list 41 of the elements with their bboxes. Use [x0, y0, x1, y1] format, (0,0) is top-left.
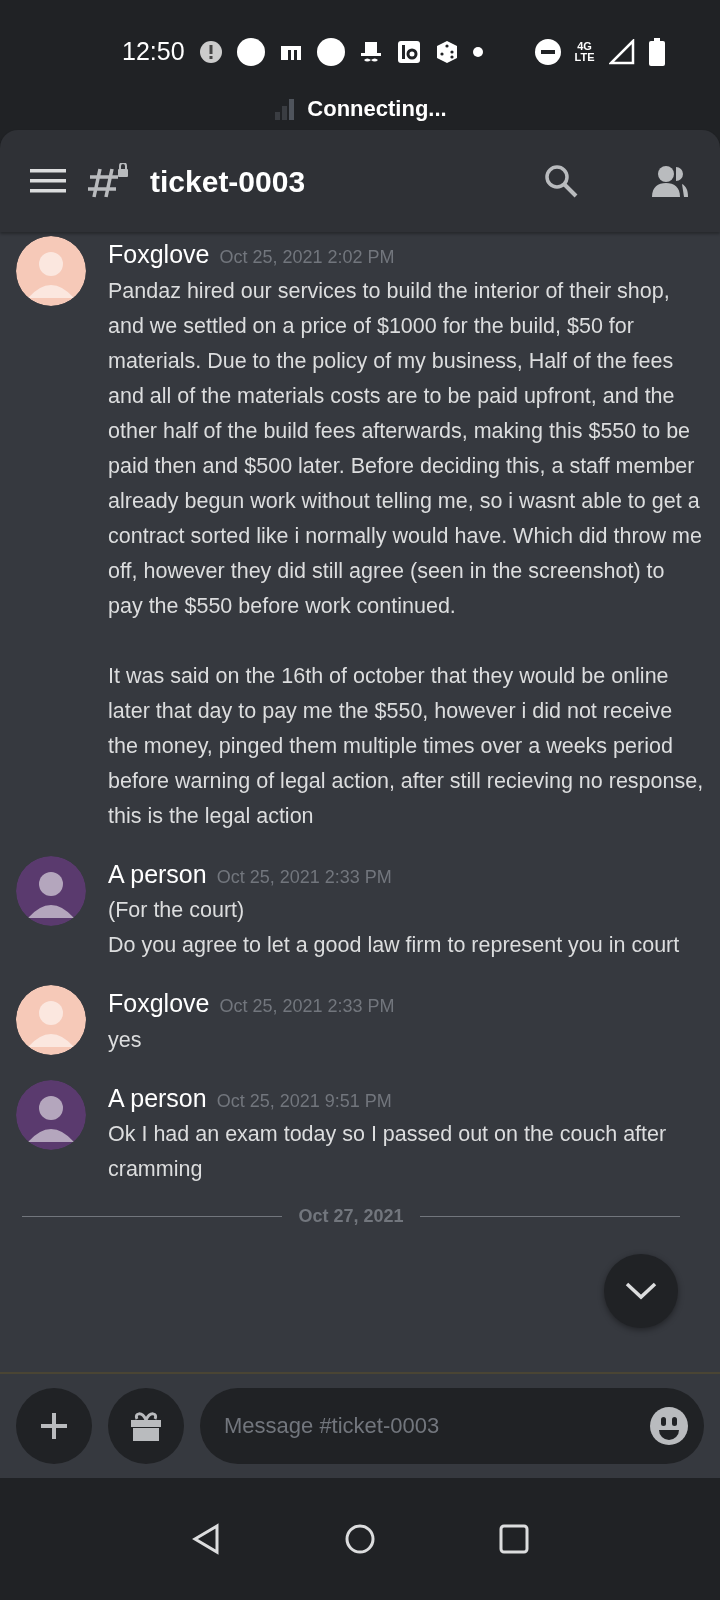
dot-icon	[472, 47, 483, 57]
home-icon[interactable]	[344, 1523, 376, 1555]
app-icon	[396, 40, 421, 64]
message-text: (For the court) Do you agree to let a good law firm to represent you in court	[108, 897, 681, 959]
chevron-down-icon	[625, 1282, 657, 1300]
author-name[interactable]: A person	[108, 859, 207, 888]
signal-icon	[608, 39, 635, 65]
author-name[interactable]: A person	[108, 1083, 207, 1112]
date-divider-text: Oct 27, 2021	[298, 1205, 404, 1228]
dice-icon	[434, 40, 459, 64]
timestamp: Oct 25, 2021 2:33 PM	[216, 866, 392, 887]
message-text: It was said on the 16th of october that they would be online later that day to pay me the $550, however i did not receive the money, pinged them multiple times over a weeks period before warning of legal action, after still recieving no response, this is the legal action	[108, 662, 704, 830]
menu-icon[interactable]	[30, 167, 66, 195]
scroll-down-button[interactable]	[604, 1254, 678, 1328]
gift-icon	[130, 1411, 162, 1441]
back-icon[interactable]	[191, 1523, 222, 1555]
alert-icon	[198, 40, 223, 64]
circle-icon	[236, 38, 265, 66]
circle-icon	[316, 38, 345, 66]
channel-title: ticket-0003	[150, 163, 307, 200]
plus-icon	[41, 1413, 67, 1439]
battery-icon	[648, 38, 665, 66]
timestamp: Oct 25, 2021 9:51 PM	[216, 1090, 392, 1111]
clock-text: 12:50	[122, 36, 185, 68]
members-icon[interactable]	[650, 165, 690, 197]
message-text: Pandaz hired our services to build the interior of their shop, and we settled on a price of $1000 for the build, $50 for materials. Due to the policy of my business, Half of the fees and all of the materials costs are to be paid upfront, and the other half of the build fees afterwards, making this $550 to be paid then and $500 later. Before deciding this, a staff member already begun work without telling me, so i wasnt able to get a contract sorted like i normally would have. Which did throw me off, however they did still agree (seen in the screenshot) to pay the $550 before work continued.	[108, 277, 703, 620]
message-text: yes	[108, 1026, 143, 1054]
connection-status-text: Connecting...	[307, 94, 447, 123]
timestamp: Oct 25, 2021 2:33 PM	[219, 996, 395, 1016]
message-text: Ok I had an exam today so I passed out on the couch after cramming	[108, 1121, 668, 1183]
recents-icon[interactable]	[498, 1524, 529, 1554]
emoji-icon[interactable]	[650, 1407, 688, 1445]
do-not-disturb-icon	[534, 39, 561, 65]
timestamp: Oct 25, 2021 2:02 PM	[219, 247, 395, 267]
hat-icon	[358, 40, 383, 64]
search-icon[interactable]	[544, 164, 578, 198]
network-type-label: 4G LTE	[574, 41, 595, 63]
author-name[interactable]: Foxglove	[108, 240, 210, 268]
author-name[interactable]: Foxglove	[108, 989, 210, 1017]
locked-channel-icon	[88, 163, 128, 199]
message-input[interactable]: Message #ticket-0003	[200, 1388, 704, 1464]
